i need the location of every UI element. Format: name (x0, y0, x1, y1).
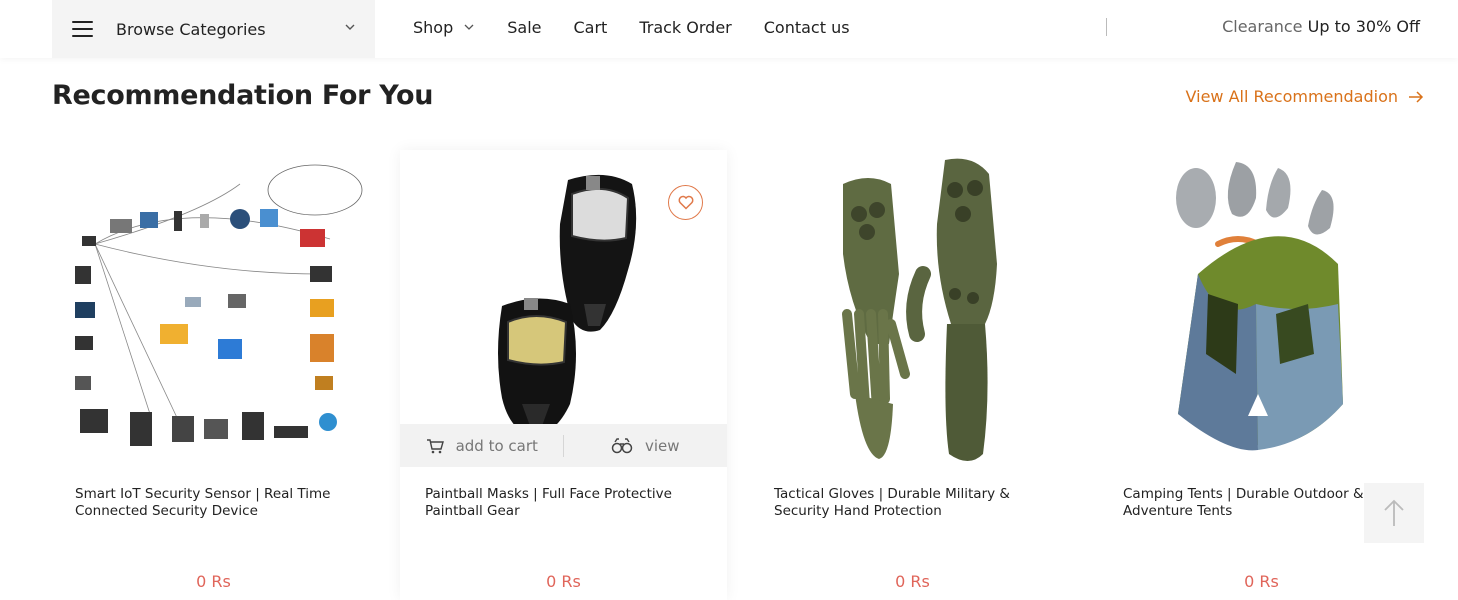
action-divider (563, 435, 564, 457)
view-all-label: View All Recommendadion (1185, 87, 1398, 106)
view-all-link[interactable]: View All Recommendadion (1186, 87, 1424, 106)
promo-discount-label: Up to 30% Off (1307, 17, 1420, 36)
nav-divider (1106, 18, 1107, 36)
product-title[interactable]: Paintball Masks | Full Face Protective P… (425, 486, 715, 520)
add-to-cart-label: add to cart (455, 436, 538, 455)
product-card[interactable]: Tactical Gloves | Durable Military & Sec… (749, 150, 1076, 600)
product-image-iot (75, 164, 363, 446)
wishlist-button[interactable] (668, 185, 703, 220)
nav-shop[interactable]: Shop (413, 18, 475, 37)
product-price: 0 Rs (546, 572, 581, 591)
cart-icon (426, 438, 444, 453)
promo-clearance-label: Clearance (1222, 17, 1303, 36)
nav-cart[interactable]: Cart (574, 18, 608, 37)
browse-categories-label: Browse Categories (116, 19, 266, 39)
arrow-up-icon (1384, 499, 1404, 526)
nav-sale[interactable]: Sale (507, 18, 541, 37)
card-action-bar: add to cart view (400, 424, 727, 467)
binoculars-icon (611, 437, 633, 453)
chevron-down-icon (464, 24, 474, 30)
add-to-cart-button[interactable]: add to cart (400, 437, 564, 455)
product-price: 0 Rs (1244, 572, 1279, 591)
nav-shop-label: Shop (413, 17, 454, 37)
section-title: Recommendation For You (52, 80, 434, 111)
arrow-right-icon (1409, 90, 1424, 103)
nav-contact-us[interactable]: Contact us (764, 18, 850, 37)
view-label: view (644, 436, 680, 455)
menu-icon (72, 21, 93, 37)
product-card[interactable]: add to cart view Paintball Masks | Full … (400, 150, 727, 600)
main-nav: Shop Sale Cart Track Order Contact us (413, 0, 882, 54)
clearance-promo[interactable]: Clearance Up to 30% Off (1222, 17, 1420, 36)
heart-icon (678, 195, 693, 210)
quick-view-button[interactable]: view (564, 437, 728, 455)
browse-categories-dropdown[interactable]: Browse Categories (52, 0, 375, 58)
product-price: 0 Rs (196, 572, 231, 591)
product-price: 0 Rs (895, 572, 930, 591)
product-title[interactable]: Tactical Gloves | Durable Military & Sec… (774, 486, 1064, 520)
product-image-camping-tent (1176, 162, 1343, 451)
product-image-tactical-gloves (842, 158, 997, 461)
nav-track-order[interactable]: Track Order (639, 18, 731, 37)
product-card[interactable]: Smart IoT Security Sensor | Real Time Co… (50, 150, 377, 600)
chevron-down-icon (345, 24, 355, 30)
top-navigation-bar: Browse Categories Shop Sale Cart Track O… (0, 0, 1458, 58)
product-title[interactable]: Smart IoT Security Sensor | Real Time Co… (75, 486, 365, 520)
back-to-top-button[interactable] (1364, 483, 1424, 543)
